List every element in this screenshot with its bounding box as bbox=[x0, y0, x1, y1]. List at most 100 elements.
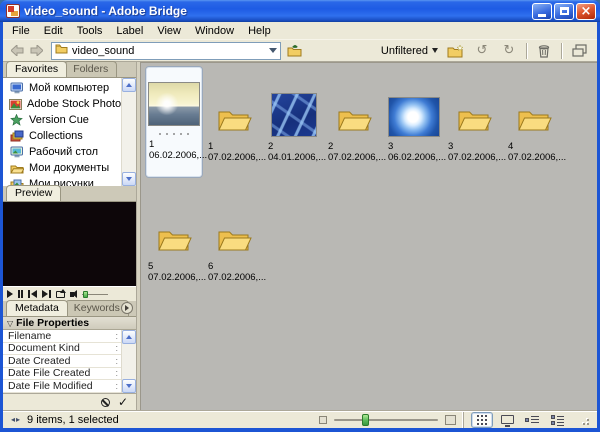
thumbnail-name: 2 bbox=[325, 140, 383, 152]
metadata-panel: Filename:Document Kind:Date Created:Date… bbox=[3, 330, 136, 393]
minimize-button[interactable] bbox=[532, 3, 552, 20]
metadata-edit-marker: : bbox=[115, 331, 118, 341]
rotate-cw-button[interactable]: ↻ bbox=[499, 42, 519, 60]
thumbnail-name: 3 bbox=[445, 140, 503, 152]
loop-button[interactable] bbox=[56, 291, 65, 298]
metadata-row: File Size: bbox=[3, 393, 121, 394]
menu-view[interactable]: View bbox=[150, 23, 188, 39]
favorites-item[interactable]: Version Cue bbox=[3, 112, 121, 128]
thumbnail-size-slider[interactable] bbox=[334, 419, 438, 421]
folder-thumbnail[interactable]: 607.02.2006,... bbox=[205, 186, 263, 298]
folder-thumbnail[interactable]: 107.02.2006,... bbox=[205, 66, 263, 178]
favorites-list: Мой компьютер Adobe Stock PhotosVersion C… bbox=[3, 78, 121, 186]
file-thumbnail[interactable]: 106.02.2006,... bbox=[145, 66, 203, 178]
scroll-down-button[interactable] bbox=[122, 379, 136, 393]
tab-preview[interactable]: Preview bbox=[6, 185, 61, 201]
tab-folders[interactable]: Folders bbox=[64, 61, 117, 77]
desktop-icon bbox=[9, 146, 24, 158]
delete-item-button[interactable] bbox=[534, 42, 554, 60]
metadata-section-header[interactable]: ▽ File Properties bbox=[3, 317, 136, 330]
favorites-item[interactable]: Рабочий стол bbox=[3, 144, 121, 160]
menu-label[interactable]: Label bbox=[109, 23, 150, 39]
folder-thumbnail[interactable]: 207.02.2006,... bbox=[325, 66, 383, 178]
menu-help[interactable]: Help bbox=[241, 23, 278, 39]
tab-favorites[interactable]: Favorites bbox=[6, 61, 67, 77]
folder-icon bbox=[216, 225, 252, 257]
chevron-down-icon bbox=[432, 48, 438, 53]
menu-window[interactable]: Window bbox=[188, 23, 241, 39]
folder-thumbnail[interactable]: 307.02.2006,... bbox=[445, 66, 503, 178]
metadata-field-label: Date File Modified bbox=[8, 380, 93, 392]
close-button[interactable]: × bbox=[576, 3, 596, 20]
metadata-row: Filename: bbox=[3, 330, 121, 343]
metadata-row: Date Created: bbox=[3, 355, 121, 368]
file-thumbnail[interactable]: 306.02.2006,... bbox=[385, 66, 443, 178]
thumbnail-name: 3 bbox=[385, 140, 443, 152]
compact-mode-button[interactable] bbox=[569, 42, 589, 60]
tab-metadata[interactable]: Metadata bbox=[6, 300, 68, 316]
content-area[interactable]: 106.02.2006,...107.02.2006,...204.01.200… bbox=[140, 62, 597, 410]
folder-thumbnail[interactable]: 507.02.2006,... bbox=[145, 186, 203, 298]
step-forward-button[interactable] bbox=[42, 290, 51, 298]
scroll-down-button[interactable] bbox=[122, 172, 136, 186]
versions-view-button[interactable] bbox=[546, 412, 568, 428]
file-thumbnail[interactable]: 204.01.2006,... bbox=[265, 66, 323, 178]
folder-icon bbox=[216, 105, 252, 137]
panel-menu-button[interactable] bbox=[121, 302, 133, 314]
filmstrip-view-button[interactable] bbox=[496, 412, 518, 428]
toolbar-separator bbox=[561, 43, 562, 59]
rating-dots[interactable] bbox=[146, 129, 202, 138]
metadata-footer: ✓ bbox=[3, 393, 136, 410]
path-combobox[interactable]: video_sound bbox=[51, 42, 281, 60]
title-bar[interactable]: video_sound - Adobe Bridge × bbox=[0, 0, 600, 22]
volume-icon[interactable] bbox=[70, 292, 77, 297]
thumbnail-date: 07.02.2006,... bbox=[205, 152, 263, 163]
go-up-button[interactable] bbox=[285, 42, 305, 60]
favorites-item[interactable]: Adobe Stock Photos bbox=[3, 96, 121, 112]
thumbnail-name: 5 bbox=[145, 260, 203, 272]
folder-thumbnail[interactable]: 407.02.2006,... bbox=[505, 66, 563, 178]
menu-edit[interactable]: Edit bbox=[37, 23, 70, 39]
rotate-ccw-button[interactable]: ↺ bbox=[472, 42, 492, 60]
favorites-item[interactable]: Мои документы bbox=[3, 160, 121, 176]
favorites-item[interactable]: Collections bbox=[3, 128, 121, 144]
thumbnails-view-button[interactable] bbox=[471, 412, 493, 428]
favorites-scrollbar[interactable] bbox=[121, 78, 136, 186]
new-folder-button[interactable] bbox=[445, 42, 465, 60]
navigation-toolbar: video_sound Unfiltered ↺ ↻ bbox=[3, 40, 597, 62]
tab-keywords[interactable]: Keywords bbox=[65, 300, 129, 316]
menu-file[interactable]: File bbox=[5, 23, 37, 39]
slider-thumb[interactable] bbox=[362, 414, 369, 426]
resize-grip[interactable] bbox=[579, 415, 589, 425]
thumbnail-name: 4 bbox=[505, 140, 563, 152]
thumbnail-name: 1 bbox=[205, 140, 263, 152]
bridge-window: video_sound - Adobe Bridge × File Edit T… bbox=[0, 0, 600, 432]
filter-dropdown[interactable]: Unfiltered bbox=[381, 45, 438, 57]
folder-icon bbox=[336, 105, 372, 137]
metadata-scrollbar[interactable] bbox=[121, 330, 136, 393]
small-thumbnail-icon[interactable] bbox=[319, 416, 327, 424]
scroll-up-button[interactable] bbox=[122, 330, 136, 344]
my-computer-icon bbox=[9, 82, 24, 94]
thumbnail-date: 06.02.2006,... bbox=[146, 150, 202, 161]
apply-metadata-icon[interactable]: ✓ bbox=[118, 397, 128, 407]
pause-button[interactable] bbox=[18, 290, 23, 298]
step-back-button[interactable] bbox=[28, 290, 37, 298]
panel-toggle-arrows[interactable]: ◂▸ bbox=[11, 415, 21, 424]
favorites-item-label: Мой компьютер bbox=[29, 82, 109, 94]
back-button[interactable] bbox=[9, 43, 26, 58]
menu-tools[interactable]: Tools bbox=[70, 23, 110, 39]
metadata-field-label: Date File Created bbox=[8, 367, 90, 379]
favorites-item[interactable]: Мой компьютер bbox=[3, 80, 121, 96]
forward-button[interactable] bbox=[28, 43, 45, 58]
volume-slider[interactable] bbox=[82, 294, 108, 295]
metadata-row: Date File Created: bbox=[3, 368, 121, 381]
cancel-metadata-icon[interactable] bbox=[101, 398, 110, 407]
favorites-item-label: Рабочий стол bbox=[29, 146, 98, 158]
chevron-down-icon[interactable] bbox=[269, 48, 277, 53]
details-view-button[interactable] bbox=[521, 412, 543, 428]
play-button[interactable] bbox=[7, 290, 13, 298]
scroll-up-button[interactable] bbox=[122, 78, 136, 92]
maximize-button[interactable] bbox=[554, 3, 574, 20]
large-thumbnail-icon[interactable] bbox=[445, 415, 456, 425]
